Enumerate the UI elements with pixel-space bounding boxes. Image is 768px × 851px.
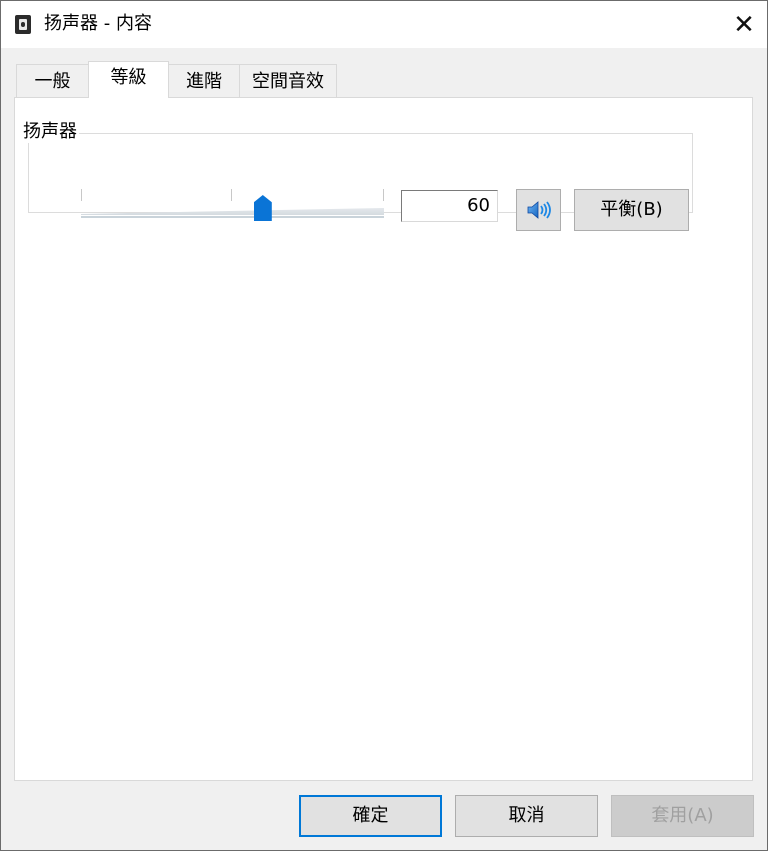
mute-button[interactable] — [516, 189, 561, 231]
window-title: 扬声器 - 内容 — [44, 13, 152, 34]
speaker-icon — [527, 201, 551, 219]
apply-button[interactable]: 套用(A) — [611, 795, 754, 837]
close-button[interactable]: ✕ — [721, 1, 767, 48]
cancel-button[interactable]: 取消 — [455, 795, 598, 837]
tab-advanced[interactable]: 進階 — [168, 64, 240, 97]
slider-track-base — [81, 216, 384, 218]
ok-button[interactable]: 確定 — [299, 795, 442, 837]
properties-dialog: 扬声器 - 内容 ✕ 一般 等級 進階 空間音效 60 平衡(B) 扬声器 確定… — [0, 0, 768, 851]
speaker-level-group: 60 平衡(B) — [28, 133, 693, 231]
volume-value-field[interactable]: 60 — [401, 190, 498, 222]
tab-spatial-sound[interactable]: 空間音效 — [239, 64, 337, 97]
tick-mid — [231, 189, 232, 201]
speaker-group-label: 扬声器 — [21, 121, 79, 143]
tick-min — [81, 189, 82, 201]
tab-panel-levels: 60 平衡(B) — [14, 97, 753, 781]
volume-slider[interactable] — [81, 189, 384, 229]
speaker-app-icon — [15, 15, 31, 34]
balance-button[interactable]: 平衡(B) — [574, 189, 689, 231]
tab-levels[interactable]: 等級 — [88, 61, 169, 98]
tick-max — [383, 189, 384, 201]
slider-track-fill — [81, 208, 384, 215]
slider-track — [81, 208, 384, 215]
title-bar: 扬声器 - 内容 ✕ — [1, 1, 767, 48]
tab-general[interactable]: 一般 — [16, 64, 89, 97]
close-icon: ✕ — [733, 9, 755, 40]
